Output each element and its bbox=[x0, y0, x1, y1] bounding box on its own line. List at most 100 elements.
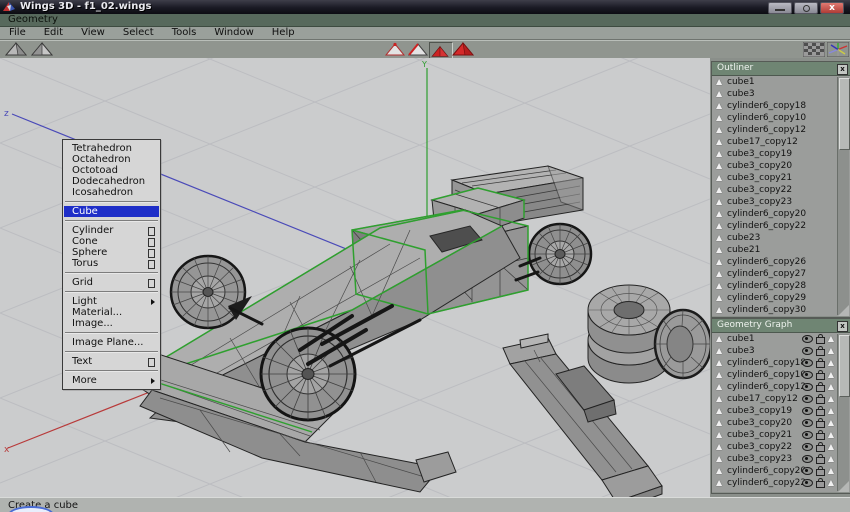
menu-view[interactable]: View bbox=[72, 27, 114, 39]
outliner-item[interactable]: ▲cube3 bbox=[712, 88, 850, 100]
geometry-graph-item[interactable]: ▲cube17_copy12▲ bbox=[712, 393, 850, 405]
wire-toggle-icon[interactable]: ▲ bbox=[828, 417, 834, 429]
outliner-item[interactable]: ▲cube3_copy21 bbox=[712, 172, 850, 184]
visibility-eye-icon[interactable] bbox=[802, 383, 813, 391]
visibility-eye-icon[interactable] bbox=[802, 359, 813, 367]
pyramid-smooth-icon[interactable] bbox=[31, 42, 53, 57]
viewport-3d[interactable]: z Y x bbox=[0, 58, 710, 497]
pyramid-flat-icon[interactable] bbox=[5, 42, 27, 57]
visibility-eye-icon[interactable] bbox=[802, 443, 813, 451]
wire-toggle-icon[interactable]: ▲ bbox=[828, 441, 834, 453]
wire-toggle-icon[interactable]: ▲ bbox=[828, 333, 834, 345]
visibility-eye-icon[interactable] bbox=[802, 347, 813, 355]
outliner-item[interactable]: ▲cylinder6_copy20 bbox=[712, 208, 850, 220]
menu-item-more[interactable]: More bbox=[63, 375, 160, 386]
outliner-titlebar[interactable]: Outliner x bbox=[712, 62, 850, 76]
geometry-graph-scroll-thumb[interactable] bbox=[839, 335, 850, 397]
menu-item-image-plane[interactable]: Image Plane... bbox=[63, 337, 160, 348]
geometry-graph-item[interactable]: ▲cube3_copy23▲ bbox=[712, 453, 850, 465]
outliner-item[interactable]: ▲cylinder6_copy29 bbox=[712, 292, 850, 304]
option-box-icon[interactable] bbox=[148, 227, 155, 236]
outliner-item[interactable]: ▲cube1 bbox=[712, 76, 850, 88]
rear-wheel[interactable] bbox=[529, 224, 591, 284]
axes-toggle-button[interactable] bbox=[827, 42, 849, 57]
outliner-item[interactable]: ▲cylinder6_copy28 bbox=[712, 280, 850, 292]
geometry-graph-item[interactable]: ▲cylinder6_copy10▲ bbox=[712, 369, 850, 381]
visibility-eye-icon[interactable] bbox=[802, 335, 813, 343]
menu-item-text[interactable]: Text bbox=[63, 356, 160, 367]
edge-select-mode-button[interactable] bbox=[407, 42, 429, 57]
outliner-item[interactable]: ▲cube17_copy12 bbox=[712, 136, 850, 148]
title-bar[interactable]: Wings 3D - f1_02.wings bbox=[0, 0, 850, 14]
wire-toggle-icon[interactable]: ▲ bbox=[828, 345, 834, 357]
geometry-window-header[interactable]: Geometry bbox=[0, 14, 850, 27]
outliner-item[interactable]: ▲cylinder6_copy26 bbox=[712, 256, 850, 268]
lock-icon[interactable] bbox=[816, 421, 825, 428]
visibility-eye-icon[interactable] bbox=[802, 467, 813, 475]
visibility-eye-icon[interactable] bbox=[802, 371, 813, 379]
geometry-graph-item[interactable]: ▲cube3_copy20▲ bbox=[712, 417, 850, 429]
option-box-icon[interactable] bbox=[148, 260, 155, 269]
menu-item-cone[interactable]: Cone bbox=[63, 236, 160, 247]
geometry-graph-titlebar[interactable]: Geometry Graph x bbox=[712, 319, 850, 333]
geometry-graph-item[interactable]: ▲cube3▲ bbox=[712, 345, 850, 357]
menu-help[interactable]: Help bbox=[263, 27, 304, 39]
option-box-icon[interactable] bbox=[148, 238, 155, 247]
menu-item-icosahedron[interactable]: Icosahedron bbox=[63, 187, 160, 198]
geometry-graph-resize-corner[interactable] bbox=[838, 481, 849, 492]
maximize-button[interactable] bbox=[794, 2, 818, 14]
geometry-graph-scrollbar[interactable] bbox=[837, 334, 849, 491]
geometry-graph-item[interactable]: ▲cylinder6_copy18▲ bbox=[712, 357, 850, 369]
menu-item-octahedron[interactable]: Octahedron bbox=[63, 154, 160, 165]
option-box-icon[interactable] bbox=[148, 249, 155, 258]
lock-icon[interactable] bbox=[816, 457, 825, 464]
outliner-item[interactable]: ▲cylinder6_copy27 bbox=[712, 268, 850, 280]
outliner-item[interactable]: ▲cylinder6_copy18 bbox=[712, 100, 850, 112]
visibility-eye-icon[interactable] bbox=[802, 407, 813, 415]
option-box-icon[interactable] bbox=[148, 279, 155, 288]
outliner-item[interactable]: ▲cube3_copy23 bbox=[712, 196, 850, 208]
upright-tire[interactable] bbox=[655, 310, 710, 378]
close-button[interactable] bbox=[820, 2, 844, 14]
geometry-graph-item[interactable]: ▲cylinder6_copy22▲ bbox=[712, 477, 850, 489]
lock-icon[interactable] bbox=[816, 337, 825, 344]
outliner-item[interactable]: ▲cube21 bbox=[712, 244, 850, 256]
option-box-icon[interactable] bbox=[148, 358, 155, 367]
wire-toggle-icon[interactable]: ▲ bbox=[828, 357, 834, 369]
menu-select[interactable]: Select bbox=[114, 27, 163, 39]
menu-item-cube[interactable]: Cube bbox=[64, 206, 159, 217]
visibility-eye-icon[interactable] bbox=[802, 395, 813, 403]
menu-tools[interactable]: Tools bbox=[163, 27, 206, 39]
wire-toggle-icon[interactable]: ▲ bbox=[828, 381, 834, 393]
menu-item-image[interactable]: Image... bbox=[63, 318, 160, 329]
geometry-graph-item[interactable]: ▲cube3_copy21▲ bbox=[712, 429, 850, 441]
wire-toggle-icon[interactable]: ▲ bbox=[828, 393, 834, 405]
menu-item-octotoad[interactable]: Octotoad bbox=[63, 165, 160, 176]
outliner-item[interactable]: ▲cube3_copy20 bbox=[712, 160, 850, 172]
geometry-graph-item[interactable]: ▲cube1▲ bbox=[712, 333, 850, 345]
menu-item-sphere[interactable]: Sphere bbox=[63, 247, 160, 258]
menu-window[interactable]: Window bbox=[205, 27, 262, 39]
body-select-mode-button[interactable] bbox=[452, 42, 474, 57]
outliner-item[interactable]: ▲cylinder6_copy30 bbox=[712, 304, 850, 316]
minimize-button[interactable] bbox=[768, 2, 792, 14]
wire-toggle-icon[interactable]: ▲ bbox=[828, 369, 834, 381]
lock-icon[interactable] bbox=[816, 361, 825, 368]
lock-icon[interactable] bbox=[816, 445, 825, 452]
outliner-scrollbar[interactable] bbox=[837, 77, 849, 315]
lock-icon[interactable] bbox=[816, 409, 825, 416]
visibility-eye-icon[interactable] bbox=[802, 479, 813, 487]
face-select-mode-button[interactable] bbox=[429, 42, 453, 59]
outliner-item[interactable]: ▲cube3_copy22 bbox=[712, 184, 850, 196]
geometry-graph-item[interactable]: ▲cube3_copy22▲ bbox=[712, 441, 850, 453]
lock-icon[interactable] bbox=[816, 397, 825, 404]
front-right-wheel[interactable] bbox=[261, 328, 355, 420]
geometry-graph-item[interactable]: ▲cylinder6_copy20▲ bbox=[712, 465, 850, 477]
lock-icon[interactable] bbox=[816, 469, 825, 476]
menu-item-tetrahedron[interactable]: Tetrahedron bbox=[63, 143, 160, 154]
outliner-scroll-thumb[interactable] bbox=[839, 78, 850, 150]
outliner-item[interactable]: ▲cube3_copy19 bbox=[712, 148, 850, 160]
outliner-resize-corner[interactable] bbox=[838, 305, 849, 316]
wire-toggle-icon[interactable]: ▲ bbox=[828, 465, 834, 477]
geometry-graph-item[interactable]: ▲cube3_copy19▲ bbox=[712, 405, 850, 417]
